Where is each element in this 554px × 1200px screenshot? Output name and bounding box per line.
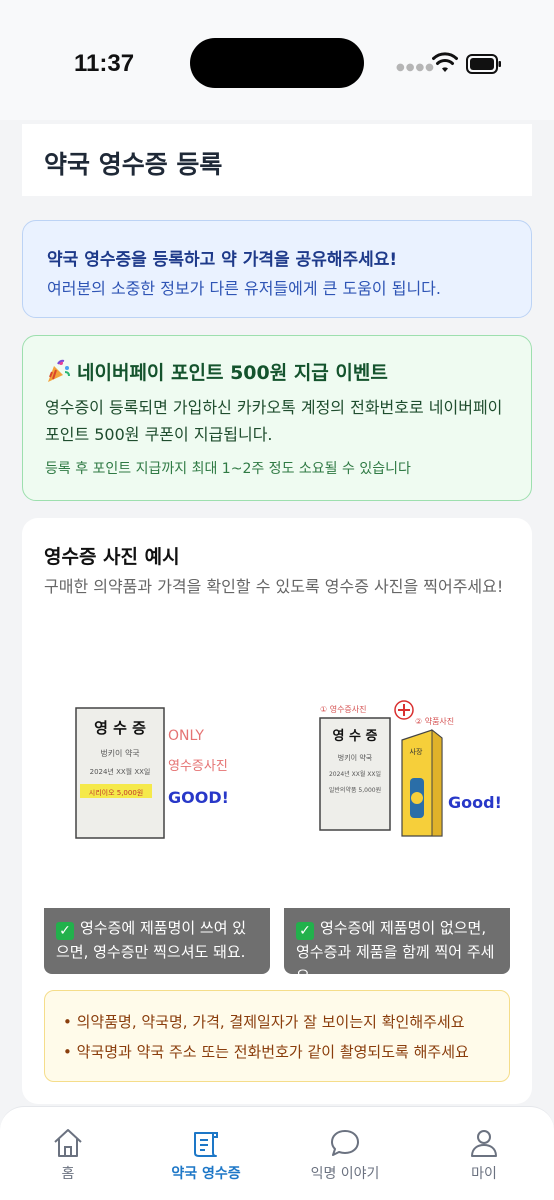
battery-icon [466, 54, 501, 74]
chat-icon [331, 1130, 359, 1156]
info-title: 약국 영수증을 등록하고 약 가격을 공유해주세요! [47, 250, 398, 270]
tab-anonymous-talk[interactable]: 익명 이야기 [285, 1127, 405, 1183]
status-bar: 11:37 ●●●● [0, 0, 554, 120]
signal-dots-icon: ●●●● [396, 62, 435, 73]
tip-item: • 약국명과 약국 주소 또는 전화번호가 같이 촬영되도록 해주세요 [63, 1043, 469, 1061]
event-banner: 네이버페이 포인트 500원 지급 이벤트 영수증이 등록되면 가입하신 카카오… [22, 335, 532, 501]
tab-talk-label: 익명 이야기 [310, 1166, 380, 1182]
tab-home[interactable]: 홈 [8, 1127, 128, 1183]
info-banner: 약국 영수증을 등록하고 약 가격을 공유해주세요! 여러분의 소중한 정보가 … [22, 220, 532, 318]
home-icon [54, 1129, 82, 1157]
right-receipt-line3: 일반의약품 5,000원 [329, 786, 381, 794]
example-title: 영수증 사진 예시 [44, 546, 180, 568]
tab-my-label: 마이 [471, 1166, 497, 1182]
info-body: 여러분의 소중한 정보가 다른 유저들에게 큰 도움이 됩니다. [47, 279, 441, 298]
example-description: 구매한 의약품과 가격을 확인할 수 있도록 영수증 사진을 찍어주세요! [44, 577, 504, 596]
right-receipt-line1: 벙키이 약국 [338, 753, 373, 762]
receipt-icon [194, 1132, 218, 1157]
tip-item: • 의약품명, 약국명, 가격, 결제일자가 잘 보이는지 확인해주세요 [63, 1013, 465, 1031]
event-body: 영수증이 등록되면 가입하신 카카오톡 계정의 전화번호로 네이버페이 포인트 … [45, 398, 503, 444]
left-receipt-line2: 2024년 XX월 XX일 [90, 767, 151, 776]
check-icon: ✓ [296, 922, 314, 940]
tab-receipt-label: 약국 영수증 [171, 1166, 241, 1182]
caption-receipt-only: ✓ 영수증에 제품명이 쓰여 있으면, 영수증만 찍으셔도 돼요. [44, 908, 270, 974]
bottom-tab-bar: 홈 약국 영수증 익명 이야기 마이 [0, 1106, 554, 1200]
left-note-good: GOOD! [168, 788, 229, 807]
receipt-only-illustration: 영 수 증 벙키이 약국 2024년 XX월 XX일 시리이오 5,000원 O… [75, 707, 229, 839]
caption-left-text: 영수증에 제품명이 쓰여 있으면, 영수증만 찍으셔도 돼요. [56, 919, 247, 961]
left-receipt-highlight: 시리이오 5,000원 [89, 788, 143, 797]
event-title: 네이버페이 포인트 500원 지급 이벤트 [77, 362, 388, 384]
right-label-receipt: ① 영수증사진 [320, 704, 367, 714]
left-note-receipt: 영수증사진 [168, 759, 228, 774]
event-note: 등록 후 포인트 지급까지 최대 1~2주 정도 소요될 수 있습니다 [45, 461, 411, 477]
tab-home-label: 홈 [61, 1166, 75, 1182]
tab-receipt[interactable]: 약국 영수증 [146, 1127, 266, 1183]
right-receipt-line2: 2024년 XX월 XX일 [329, 770, 381, 778]
right-receipt-heading: 영 수 증 [333, 729, 378, 744]
right-note-good: Good! [448, 793, 502, 812]
photo-tips-box: • 의약품명, 약국명, 가격, 결제일자가 잘 보이는지 확인해주세요 • 약… [44, 990, 510, 1082]
status-time: 11:37 [74, 50, 135, 77]
page-header: 약국 영수증 등록 [22, 124, 532, 196]
person-icon [471, 1130, 497, 1157]
check-icon: ✓ [56, 922, 74, 940]
event-title-row: 네이버페이 포인트 500원 지급 이벤트 [45, 358, 388, 385]
caption-receipt-and-product: ✓ 영수증에 제품명이 없으면, 영수증과 제품을 함께 찍어 주세요. [284, 908, 510, 985]
tab-my[interactable]: 마이 [424, 1127, 544, 1183]
status-icons: ●●●● [396, 52, 516, 76]
party-popper-icon [48, 359, 70, 382]
left-receipt-heading: 영 수 증 [94, 719, 146, 737]
right-box-label: 사장 [410, 747, 423, 756]
dynamic-island [190, 38, 364, 88]
receipt-and-product-illustration: ① 영수증사진 영 수 증 벙키이 약국 2024년 XX월 XX일 일반의약품… [319, 700, 502, 837]
wifi-icon [432, 52, 458, 72]
right-label-product: ② 약품사진 [415, 716, 454, 726]
left-note-only: ONLY [168, 728, 204, 744]
caption-right-text: 영수증에 제품명이 없으면, 영수증과 제품을 함께 찍어 주세요. [296, 919, 495, 985]
page-title: 약국 영수증 등록 [44, 150, 223, 179]
receipt-example-card: 영수증 사진 예시 구매한 의약품과 가격을 확인할 수 있도록 영수증 사진을… [22, 518, 532, 1104]
left-receipt-line1: 벙키이 약국 [100, 748, 139, 758]
